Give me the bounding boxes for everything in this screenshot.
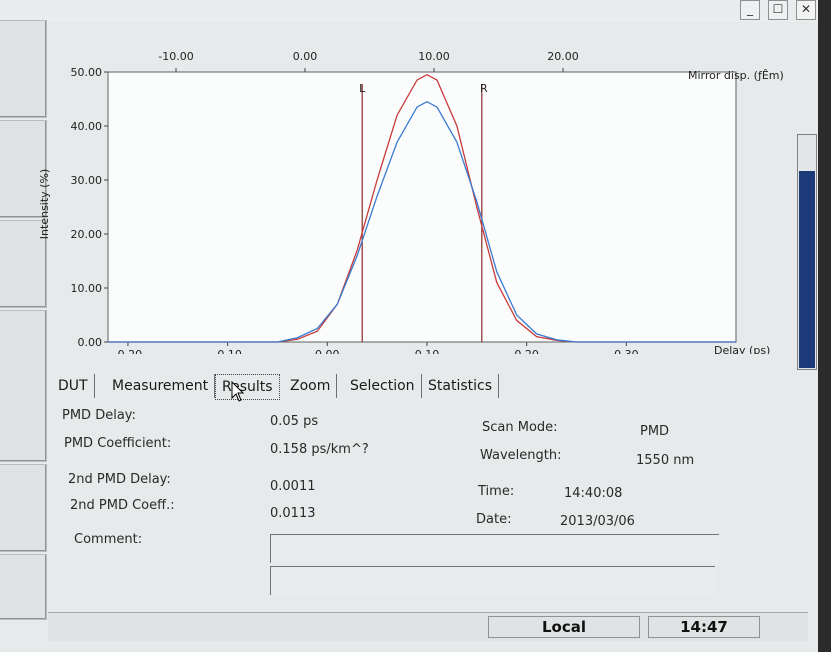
status-mode: Local [488,616,640,638]
x-tick-label: 0.30 [614,348,639,354]
cursor-label-right: R [480,82,488,95]
tab-measurement[interactable]: Measurement [106,374,216,398]
y-tick-label: 40.00 [71,120,103,133]
y-tick-label: 10.00 [71,282,103,295]
comment-field-line-1[interactable] [270,534,719,563]
graph-panel: 50.00 40.00 30.00 20.00 10.00 0.00 -0.20 -0.10 0… [38,24,818,370]
time-label: Time: [478,484,515,499]
comment-field-line-2[interactable] [270,566,715,595]
side-button-5[interactable] [0,464,47,552]
x-tick-label: 0.00 [315,348,340,354]
scan-mode-value: PMD [640,424,670,439]
signal-level-meter [797,134,817,370]
tab-bar: DUT Measurement Results Zoom Selection S… [40,362,740,402]
x-tick-label: 0.20 [514,348,539,354]
second-pmd-coeff-value: 0.0113 [270,506,316,521]
minimize-button[interactable]: _ [740,0,760,20]
status-bar: Local 14:47 [48,612,808,641]
x-tick-label: 0.10 [415,348,440,354]
y-axis-label: Intensity (%) [40,169,51,239]
pmd-coeff-label: PMD Coefficient: [64,436,172,451]
tab-zoom[interactable]: Zoom [284,374,338,398]
title-bar: _ ☐ ✕ [0,0,818,22]
wavelength-value: 1550 nm [636,453,695,468]
status-clock: 14:47 [648,616,760,638]
scan-mode-label: Scan Mode: [482,420,558,435]
pmd-coeff-value: 0.158 ps/km^? [270,442,369,457]
x-tick-label: -0.10 [213,348,241,354]
y-tick-label: 20.00 [71,228,103,241]
results-panel: PMD Delay: 0.05 ps PMD Coefficient: 0.15… [60,400,750,610]
date-value: 2013/03/06 [560,514,635,529]
second-pmd-delay-label: 2nd PMD Delay: [68,472,171,487]
tab-dut[interactable]: DUT [52,374,95,398]
tab-statistics[interactable]: Statistics [422,374,499,398]
maximize-button[interactable]: ☐ [768,0,788,20]
y-tick-label: 30.00 [71,174,103,187]
bottom-axis-label: Delay (ps) [714,344,770,354]
second-pmd-coeff-label: 2nd PMD Coeff.: [70,498,175,513]
pmd-delay-value: 0.05 ps [270,414,319,429]
top-tick-label: 20.00 [547,50,579,63]
wavelength-label: Wavelength: [480,448,562,463]
cursor-label-left: L [359,82,366,95]
top-tick-label: -10.00 [158,50,193,63]
pmd-delay-label: PMD Delay: [62,408,136,423]
y-tick-label: 0.00 [78,336,103,349]
x-tick-label: -0.20 [114,348,142,354]
top-tick-label: 10.00 [418,50,450,63]
second-pmd-delay-value: 0.0011 [270,479,316,494]
top-tick-label: 0.00 [293,50,318,63]
comment-label: Comment: [74,532,143,547]
close-button[interactable]: ✕ [796,0,816,20]
tab-selection[interactable]: Selection [344,374,422,398]
y-tick-label: 50.00 [71,66,103,79]
plot-area [107,71,737,343]
time-value: 14:40:08 [564,486,623,501]
top-axis-label: Mirror disp. (ƒÊm) [688,69,784,82]
side-button-6[interactable] [0,554,47,620]
intensity-chart[interactable]: 50.00 40.00 30.00 20.00 10.00 0.00 -0.20 -0.10 0… [38,24,818,361]
app-screen: _ ☐ ✕ 50.00 40.00 30.00 20.00 10.00 0.00 -0.20… [0,0,818,652]
date-label: Date: [476,512,512,527]
signal-level-fill [799,171,815,368]
